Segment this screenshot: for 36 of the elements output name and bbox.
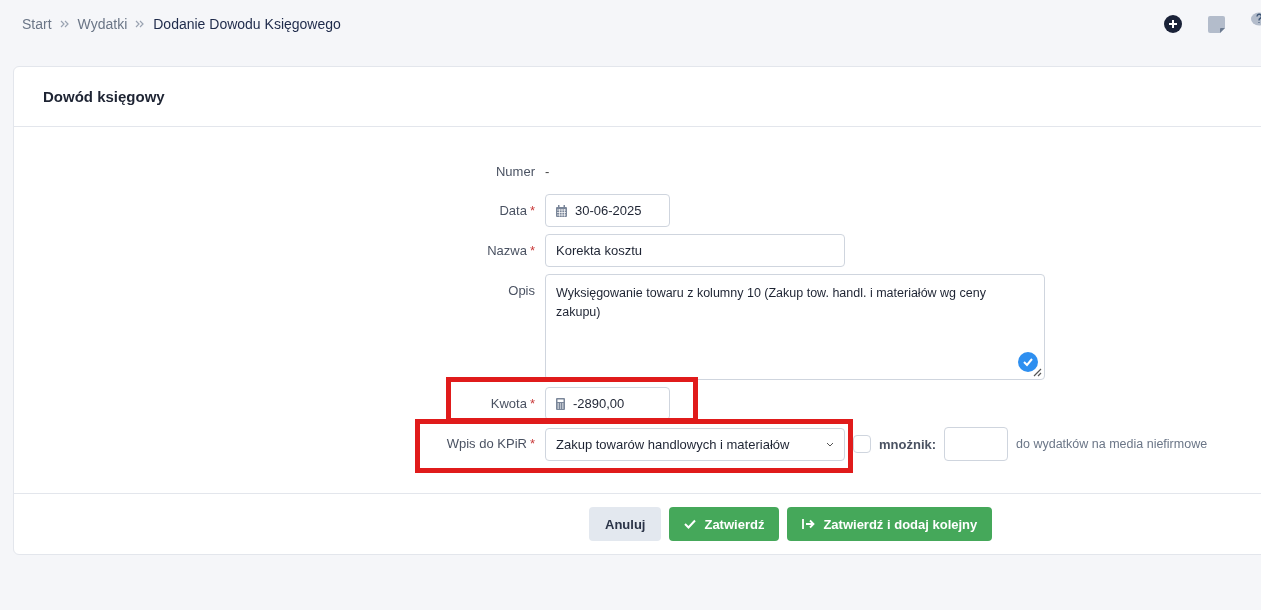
card-title: Dowód księgowy xyxy=(43,88,165,105)
checkbox[interactable] xyxy=(853,435,871,453)
field-label: Data xyxy=(499,203,527,218)
calendar-icon xyxy=(556,204,567,217)
multiplier-label: mnożnik: xyxy=(879,436,937,452)
cancel-button[interactable]: Anuluj xyxy=(589,507,662,541)
add-icon[interactable] xyxy=(1164,15,1182,33)
field-value: - xyxy=(545,164,550,179)
required-asterisk: * xyxy=(529,203,535,218)
name-field[interactable]: Korekta kosztu xyxy=(545,234,845,267)
arrow-bar-icon xyxy=(802,519,816,529)
kpir-select[interactable]: Zakup towarów handlowych i materiałów xyxy=(545,427,845,461)
required-asterisk: * xyxy=(529,243,535,258)
breadcrumb-link[interactable]: Wydatki xyxy=(77,16,128,32)
check-icon xyxy=(684,519,697,529)
multiplier-note: do wydatków na media niefirmowe xyxy=(1016,437,1208,451)
field-label: Nazwa xyxy=(487,243,527,258)
note-icon[interactable] xyxy=(1208,15,1225,33)
chevron-icon xyxy=(135,19,146,29)
breadcrumb-current: Dodanie Dowodu Księgowego xyxy=(153,16,341,32)
description-field[interactable]: Wyksięgowanie towaru z kolumny 10 (Zakup tow. handl. i materiałów wg ceny zakupu) xyxy=(545,274,1045,380)
amount-field[interactable]: -2890,00 xyxy=(545,387,670,420)
multiplier-field[interactable] xyxy=(944,427,1009,461)
chevron-icon xyxy=(59,19,70,29)
field-label: Numer xyxy=(496,164,535,179)
field-label: Wpis do KPiR xyxy=(446,436,527,451)
breadcrumb-link[interactable]: Start xyxy=(22,16,52,32)
field-label: Kwota xyxy=(490,396,527,411)
calculator-icon xyxy=(556,397,565,410)
resize-grip-icon[interactable] xyxy=(1033,368,1042,377)
required-asterisk: * xyxy=(529,396,535,411)
field-label: Opis xyxy=(508,283,535,298)
required-asterisk: * xyxy=(529,436,535,451)
check-badge-icon xyxy=(1018,352,1038,372)
date-field[interactable]: 30-06-2025 xyxy=(545,194,670,227)
caret-icon xyxy=(826,441,834,447)
